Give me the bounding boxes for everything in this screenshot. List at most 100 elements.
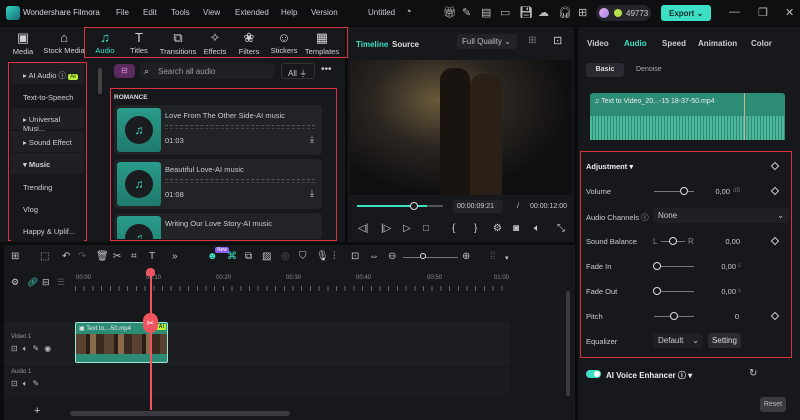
- tab-timeline[interactable]: Timeline: [356, 40, 388, 49]
- tab-templates[interactable]: ▦ Templates: [302, 30, 342, 56]
- add-track-icon[interactable]: +: [34, 405, 40, 417]
- tab-stock-media[interactable]: ⌂ Stock Media: [42, 30, 86, 55]
- tab-transitions[interactable]: ⧉ Transitions: [157, 30, 199, 56]
- fadeout-value[interactable]: 0,00: [706, 287, 736, 296]
- volume-slider[interactable]: [654, 191, 694, 192]
- audio-meter-icon[interactable]: ⁞⁞: [490, 251, 496, 262]
- fadeout-knob[interactable]: [653, 287, 661, 295]
- layout-grid-icon[interactable]: ⊞: [11, 251, 19, 262]
- speed-icon[interactable]: ◎: [281, 251, 290, 262]
- category-vlog[interactable]: Vlog: [11, 198, 84, 220]
- redo-icon[interactable]: ↷: [78, 251, 86, 262]
- tasks-icon[interactable]: ▤: [481, 6, 491, 19]
- ai-voice-enhancer-toggle[interactable]: [586, 370, 601, 378]
- quality-dropdown[interactable]: Full Quality ⌄: [457, 34, 517, 49]
- tab-audio[interactable]: ♫ Audio: [86, 30, 124, 55]
- more-options-icon[interactable]: •••: [321, 64, 332, 75]
- download-icon[interactable]: ⤓: [310, 134, 314, 145]
- fit-icon[interactable]: ⇔: [369, 251, 379, 262]
- cloud-upload-icon[interactable]: ☁: [538, 6, 549, 19]
- menu-tools[interactable]: Tools: [171, 8, 190, 17]
- mark-in-icon[interactable]: {: [452, 223, 455, 234]
- volume-icon[interactable]: 🔈︎: [534, 223, 540, 234]
- crop-icon[interactable]: ⌗: [131, 251, 137, 262]
- tab-media[interactable]: ▣ Media: [4, 30, 42, 56]
- tab-effects[interactable]: ✧ Effects: [196, 30, 234, 56]
- download-icon[interactable]: ⤓: [310, 188, 314, 199]
- split-scissors-icon[interactable]: ✂: [143, 313, 158, 333]
- pitch-knob[interactable]: [670, 312, 678, 320]
- equalizer-setting-button[interactable]: Setting: [708, 333, 741, 348]
- vertical-scrollbar[interactable]: [566, 291, 570, 396]
- playhead-line[interactable]: [150, 270, 152, 410]
- subtab-denoise[interactable]: Denoise: [636, 66, 662, 73]
- render-settings-icon[interactable]: ⚙: [493, 223, 502, 234]
- playhead-handle[interactable]: [146, 268, 155, 276]
- tab-animation[interactable]: Animation: [698, 39, 737, 48]
- reset-button[interactable]: Reset: [760, 397, 786, 412]
- image-icon[interactable]: ▨: [262, 251, 271, 262]
- undo-icon[interactable]: ↶: [62, 251, 70, 262]
- zoom-knob[interactable]: [420, 253, 426, 259]
- more-tools-icon[interactable]: »: [172, 251, 178, 262]
- ai-voice-enhancer-header[interactable]: AI Voice Enhancer ⓘ ▾: [606, 370, 692, 381]
- category-universal-music[interactable]: ▸ Universal Musi...: [11, 108, 84, 133]
- save-icon[interactable]: 💾︎: [519, 6, 533, 19]
- next-frame-icon[interactable]: |▷: [381, 223, 391, 234]
- pitch-value[interactable]: 0: [709, 312, 739, 321]
- track-settings-icon[interactable]: ⚙: [11, 277, 19, 288]
- menu-edit[interactable]: Edit: [143, 8, 157, 17]
- magnet-icon[interactable]: ⊟: [42, 277, 50, 288]
- prev-frame-icon[interactable]: ◁|: [358, 223, 368, 234]
- adjustment-header[interactable]: Adjustment ▾: [586, 162, 633, 171]
- tab-filters[interactable]: ❀ Filters: [230, 30, 268, 56]
- tab-audio-props[interactable]: Audio: [624, 39, 647, 48]
- tab-color[interactable]: Color: [751, 39, 772, 48]
- apps-icon[interactable]: ⊞: [578, 6, 587, 19]
- grid-icon[interactable]: ⊞: [528, 35, 536, 46]
- link-icon[interactable]: 🔗︎: [27, 277, 38, 288]
- gift-icon[interactable]: 🎁︎: [443, 6, 457, 19]
- menu-version[interactable]: Version: [311, 8, 338, 17]
- close-icon[interactable]: ✕: [785, 6, 794, 19]
- audio-item[interactable]: ♫ Love From The Other Side-AI music 01:03 ⤓: [114, 105, 322, 155]
- balance-knob[interactable]: [669, 237, 677, 245]
- text-tool-icon[interactable]: T: [149, 251, 155, 262]
- tab-source[interactable]: Source: [392, 40, 419, 49]
- audio-item[interactable]: ♫ Writing Our Love Story-AI music: [114, 213, 322, 239]
- video-track-controls[interactable]: ⊡🔈︎✎◉: [11, 344, 56, 354]
- category-text-to-speech[interactable]: Text-to-Speech: [11, 86, 84, 108]
- minimize-icon[interactable]: —: [729, 6, 740, 18]
- audio-clip-waveform[interactable]: ♫ Text to Video_20...-15 18-37-50.mp4: [590, 93, 785, 140]
- support-icon[interactable]: 🎧︎: [558, 6, 572, 19]
- category-music[interactable]: ▾ Music: [11, 153, 84, 175]
- select-tool-icon[interactable]: ⬚: [40, 251, 49, 262]
- tab-titles[interactable]: T Titles: [120, 30, 158, 55]
- fullscreen-icon[interactable]: ⤡: [557, 223, 565, 234]
- ai-music-button[interactable]: ⊟: [114, 64, 135, 78]
- stop-icon[interactable]: □: [423, 223, 429, 234]
- category-scrollbar[interactable]: [98, 68, 102, 94]
- zoom-slider[interactable]: [403, 257, 458, 258]
- tab-video[interactable]: Video: [587, 39, 609, 48]
- audio-track-controls[interactable]: ⊡🔈︎✎: [11, 379, 44, 389]
- category-ai-audio[interactable]: ▸ AI Audio ⓘ AI: [11, 63, 84, 85]
- split-icon[interactable]: ⌘: [227, 251, 237, 262]
- filter-dropdown[interactable]: All ⏚: [281, 63, 315, 79]
- volume-value[interactable]: 0,00: [700, 187, 730, 196]
- camera-icon[interactable]: ◙: [513, 223, 519, 234]
- equalizer-dropdown[interactable]: Default ⌄: [653, 333, 703, 348]
- play-icon[interactable]: ▷: [403, 223, 411, 234]
- zoom-out-icon[interactable]: ⊖: [388, 251, 396, 262]
- microphone-icon[interactable]: 🎙︎: [316, 251, 329, 262]
- menu-file[interactable]: File: [116, 8, 129, 17]
- zoom-in-icon[interactable]: ⊕: [462, 251, 470, 262]
- snapshot-waveform-icon[interactable]: ⊡: [553, 34, 562, 47]
- playhead-knob[interactable]: [410, 202, 418, 210]
- chevron-down-icon[interactable]: ▾: [505, 254, 509, 262]
- search-input[interactable]: ⌕ Search all audio: [140, 63, 274, 79]
- scissors-icon[interactable]: ✂: [113, 251, 121, 262]
- balance-value[interactable]: 0,00: [710, 237, 740, 246]
- channels-dropdown[interactable]: None ⌄: [653, 208, 789, 223]
- layer-icon[interactable]: ☰: [57, 277, 65, 288]
